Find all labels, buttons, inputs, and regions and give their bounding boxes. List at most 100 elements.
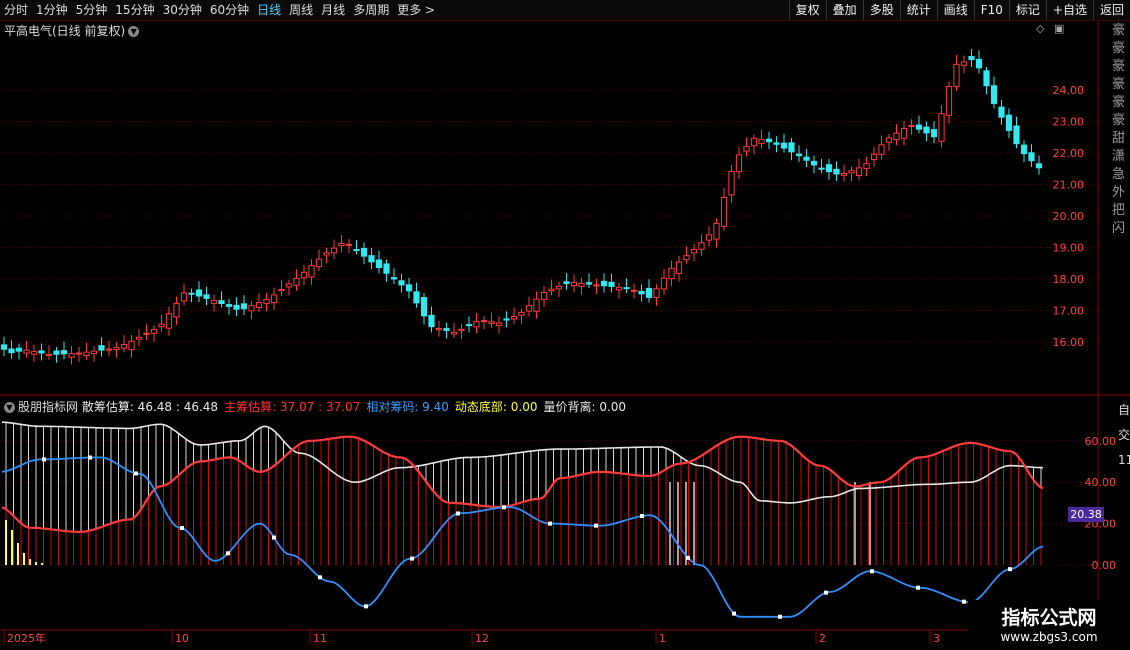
candle[interactable] [975, 50, 983, 74]
candle[interactable] [563, 273, 570, 290]
candle[interactable] [945, 81, 953, 124]
candle[interactable] [863, 156, 870, 177]
candle[interactable] [758, 130, 765, 149]
candle[interactable] [233, 297, 240, 316]
candle[interactable] [135, 329, 143, 347]
toolbar-button-5[interactable]: F10 [973, 0, 1009, 20]
candle[interactable] [548, 279, 555, 296]
candle[interactable] [278, 280, 285, 296]
candle[interactable] [98, 337, 105, 357]
toolbar-button-2[interactable]: 多股 [862, 0, 900, 20]
tab-timeframe-2[interactable]: 5分钟 [72, 0, 112, 20]
candle[interactable] [413, 282, 420, 308]
candle[interactable] [750, 134, 758, 155]
candle[interactable] [683, 246, 690, 264]
candle[interactable] [113, 342, 120, 358]
candle[interactable] [263, 292, 270, 312]
candle[interactable] [218, 291, 225, 308]
candle[interactable] [630, 283, 638, 299]
candle[interactable] [503, 311, 510, 328]
candle[interactable] [600, 273, 608, 293]
candle[interactable] [1028, 144, 1035, 167]
candle[interactable] [728, 164, 735, 203]
candle[interactable] [533, 291, 540, 319]
candle[interactable] [668, 260, 675, 286]
candle[interactable] [675, 255, 683, 282]
candle[interactable] [780, 133, 788, 153]
candle[interactable] [930, 121, 938, 144]
candle[interactable] [450, 322, 458, 339]
candle[interactable] [225, 298, 233, 315]
candle[interactable] [360, 242, 368, 265]
candle[interactable] [368, 247, 375, 269]
tab-timeframe-6[interactable]: 日线 [253, 0, 285, 20]
candle[interactable] [60, 341, 68, 360]
candle[interactable] [983, 66, 990, 95]
candle[interactable] [128, 334, 135, 358]
indicator-title[interactable]: ▼ 股朋指标网 散筹估算: 46.48 : 46.48 主筹估算: 37.07 : … [4, 398, 632, 415]
toolbar-button-0[interactable]: 复权 [788, 0, 826, 20]
candle[interactable] [960, 55, 968, 74]
tab-timeframe-0[interactable]: 分时 [0, 0, 32, 20]
toolbar-button-1[interactable]: 叠加 [825, 0, 863, 20]
candle[interactable] [818, 158, 825, 174]
candle[interactable] [105, 340, 113, 357]
candle[interactable] [75, 346, 83, 362]
candlestick-series[interactable] [0, 48, 1043, 365]
candle[interactable] [30, 344, 38, 362]
tab-timeframe-7[interactable]: 周线 [285, 0, 317, 20]
candle[interactable] [938, 105, 945, 148]
candle[interactable] [23, 340, 30, 358]
candle[interactable] [83, 342, 90, 360]
toolbar-button-3[interactable]: 统计 [899, 0, 937, 20]
candle[interactable] [720, 188, 728, 231]
tab-timeframe-5[interactable]: 60分钟 [206, 0, 253, 20]
candle[interactable] [570, 274, 578, 293]
candle[interactable] [45, 345, 53, 360]
candle[interactable] [1013, 116, 1020, 149]
candle[interactable] [285, 280, 293, 296]
candle[interactable] [510, 307, 518, 325]
candle[interactable] [443, 322, 450, 339]
candle[interactable] [713, 218, 720, 248]
candle[interactable] [660, 269, 668, 295]
candle[interactable] [53, 346, 60, 363]
candle[interactable] [488, 312, 495, 328]
chevron-down-icon[interactable]: ▼ [128, 26, 140, 37]
candle[interactable] [458, 323, 465, 339]
candle[interactable] [833, 161, 840, 181]
candle[interactable] [810, 155, 818, 174]
candle[interactable] [803, 149, 810, 168]
candle[interactable] [300, 264, 308, 285]
candle[interactable] [158, 314, 165, 332]
candle[interactable] [645, 279, 653, 303]
candle[interactable] [1020, 140, 1028, 163]
candle[interactable] [555, 281, 563, 298]
candle[interactable] [210, 294, 218, 312]
tab-timeframe-3[interactable]: 15分钟 [111, 0, 158, 20]
candle[interactable] [315, 249, 323, 271]
toolbar-button-7[interactable]: +自选 [1045, 0, 1093, 20]
candle[interactable] [270, 287, 278, 311]
candle[interactable] [420, 293, 428, 325]
candle[interactable] [900, 120, 908, 146]
candle[interactable] [308, 259, 315, 285]
candle[interactable] [480, 315, 488, 330]
indicator-chevron-icon[interactable]: ▼ [4, 402, 15, 413]
candle[interactable] [188, 288, 195, 303]
tab-timeframe-4[interactable]: 30分钟 [159, 0, 206, 20]
candle[interactable] [375, 251, 383, 274]
candle[interactable] [773, 136, 780, 153]
candle[interactable] [255, 293, 263, 313]
candle[interactable] [540, 285, 548, 308]
candle[interactable] [173, 296, 180, 325]
candle[interactable] [405, 277, 413, 299]
candle[interactable] [180, 283, 188, 306]
tab-timeframe-9[interactable]: 多周期 [349, 0, 393, 20]
candle[interactable] [15, 343, 23, 360]
candle[interactable] [390, 268, 398, 285]
candle[interactable] [68, 345, 75, 365]
candle[interactable] [435, 320, 443, 337]
candle[interactable] [345, 238, 353, 254]
candle[interactable] [495, 316, 503, 334]
